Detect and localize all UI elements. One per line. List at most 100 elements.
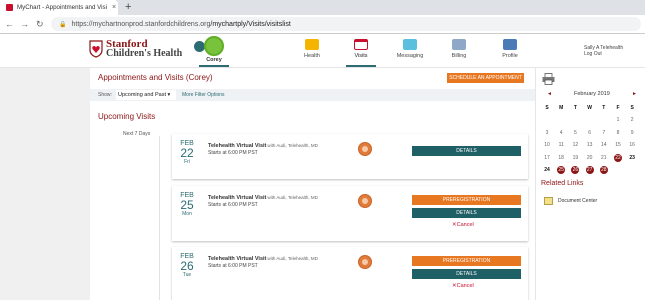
folder-icon (544, 197, 553, 205)
calendar-day[interactable]: 4 (554, 128, 568, 138)
preregistration-button[interactable]: PREREGISTRATION (412, 256, 521, 266)
details-button[interactable]: DETAILS (412, 269, 521, 279)
calendar-day[interactable]: 9 (625, 128, 639, 138)
calendar-weekday-label: S (545, 105, 549, 111)
calendar-day-number: 24 (544, 167, 550, 173)
calendar-day[interactable]: 27 (583, 165, 597, 175)
visit-type: Telehealth Virtual Visit (208, 143, 267, 149)
calendar-day[interactable]: 26 (568, 165, 582, 175)
calendar-prev-icon[interactable]: ◄ (547, 91, 552, 97)
calendar-day[interactable]: 7 (597, 128, 611, 138)
calendar-day[interactable]: 16 (625, 140, 639, 150)
user-menu[interactable]: Sally A Telehealth Log Out (584, 45, 623, 57)
details-button[interactable]: DETAILS (412, 146, 521, 156)
calendar-next-icon[interactable]: ► (632, 91, 637, 97)
provider-photo (358, 194, 372, 208)
back-icon[interactable]: ← (5, 19, 14, 29)
more-filter-options-link[interactable]: More Filter Options (182, 92, 225, 98)
visit-date: FEB 25 Mon (178, 192, 196, 217)
visit-title[interactable]: Telehealth Virtual Visitwith Audi, Teleh… (208, 256, 318, 262)
calendar-day[interactable]: 15 (611, 140, 625, 150)
logout-link[interactable]: Log Out (584, 51, 623, 57)
calendar-day[interactable]: 5 (568, 128, 582, 138)
calendar-day[interactable]: 17 (540, 153, 554, 163)
tab-close-icon[interactable]: × (112, 4, 116, 11)
calendar-day-number: 9 (630, 129, 634, 136)
calendar-day[interactable]: 8 (611, 128, 625, 138)
visit-title[interactable]: Telehealth Virtual Visitwith Audi, Teleh… (208, 195, 318, 201)
app-header: Stanford Children's Health Corey Health … (0, 34, 645, 68)
cancel-link[interactable]: ✕Cancel (452, 222, 474, 228)
calendar-day[interactable]: 23 (625, 153, 639, 163)
nav-visits-label: Visits (354, 53, 368, 59)
envelope-icon (403, 39, 417, 50)
calendar-day[interactable]: 13 (583, 140, 597, 150)
visit-date: FEB 26 Tue (178, 253, 196, 278)
calendar-day[interactable]: 2 (625, 115, 639, 125)
forward-icon[interactable]: → (20, 19, 29, 29)
calendar-day-number: 15 (615, 142, 621, 148)
calendar-day[interactable]: 10 (540, 140, 554, 150)
visit-start-time: Starts at 6:00 PM PST (208, 263, 258, 269)
calendar-day[interactable]: 18 (554, 153, 568, 163)
calendar-day[interactable]: 22 (611, 153, 625, 163)
nav-visits[interactable]: Visits (339, 39, 383, 59)
show-filter-value: Upcoming and Past (118, 92, 166, 98)
main-content: Appointments and Visits (Corey) SCHEDULE… (90, 68, 535, 300)
heart-shield-icon (89, 40, 103, 58)
calendar-day[interactable]: 6 (583, 128, 597, 138)
preregistration-button[interactable]: PREREGISTRATION (412, 195, 521, 205)
calendar-day[interactable]: 3 (540, 128, 554, 138)
document-center-link[interactable]: Document Center (558, 198, 597, 204)
visit-card[interactable]: FEB 22 Fri Telehealth Virtual Visitwith … (172, 134, 528, 179)
printer-icon[interactable] (542, 73, 555, 85)
schedule-appointment-button[interactable]: SCHEDULE AN APPOINTMENT (447, 73, 524, 83)
calendar-day-number: 4 (559, 129, 563, 136)
nav-health[interactable]: Health (290, 39, 334, 59)
calendar-day-number: 14 (601, 142, 607, 148)
nav-billing[interactable]: Billing (437, 39, 481, 59)
calendar-day-number: 20 (586, 154, 593, 161)
calendar-day[interactable]: 24 (540, 165, 554, 175)
new-tab-button[interactable]: + (125, 1, 131, 13)
browser-tab[interactable]: MyChart - Appointments and Visi × (0, 0, 118, 15)
provider-photo (358, 142, 372, 156)
calendar-day[interactable]: 1 (611, 115, 625, 125)
calendar-day[interactable]: 25 (554, 165, 568, 175)
nav-messaging[interactable]: Messaging (388, 39, 432, 59)
cancel-link[interactable]: ✕Cancel (452, 283, 474, 289)
details-button[interactable]: DETAILS (412, 208, 521, 218)
calendar-weekday-label: S (630, 105, 634, 111)
calendar-day[interactable]: 19 (568, 153, 582, 163)
visit-card[interactable]: FEB 25 Mon Telehealth Virtual Visitwith … (172, 186, 528, 241)
calendar-day-number: 2 (630, 117, 634, 123)
visit-title[interactable]: Telehealth Virtual Visitwith Audi, Teleh… (208, 143, 318, 149)
calendar-day[interactable]: 28 (597, 165, 611, 175)
url-field[interactable]: 🔒 https://mychartnonprod.stanfordchildre… (51, 17, 641, 31)
visit-start-time: Starts at 6:00 PM PST (208, 150, 258, 156)
calendar-day-number: 5 (574, 129, 577, 136)
proxy-avatar[interactable] (204, 36, 224, 56)
active-nav-indicator (346, 65, 376, 67)
show-filter-select[interactable]: Upcoming and Past ▾ (116, 90, 176, 100)
calendar-day[interactable]: 11 (554, 140, 568, 150)
browser-tab-bar: MyChart - Appointments and Visi × + (0, 0, 645, 15)
calendar-day[interactable]: 21 (597, 153, 611, 163)
next-7-days-label: Next 7 Days (123, 131, 151, 137)
reload-icon[interactable]: ↻ (36, 19, 44, 30)
calendar-day-number: 17 (544, 154, 550, 161)
nav-profile-label: Profile (502, 53, 518, 59)
calendar-weekday-label: M (559, 105, 564, 111)
visit-card[interactable]: FEB 26 Tue Telehealth Virtual Visitwith … (172, 247, 528, 300)
visit-provider: with Audi, Telehealth, MD (267, 195, 318, 200)
calendar-weekday-label: W (587, 105, 592, 111)
nav-profile[interactable]: Profile (488, 39, 532, 59)
calendar-day[interactable]: 14 (597, 140, 611, 150)
right-sidebar: ◄ February 2019 ► S M T W T F S 1 2 3 4 5 6 7 8 9 10 11 12… (535, 68, 645, 300)
calendar-day[interactable]: 12 (568, 140, 582, 150)
calendar-day[interactable]: 20 (583, 153, 597, 163)
proxy-active-indicator (199, 65, 229, 67)
related-links-heading: Related Links (541, 180, 584, 187)
stanford-logo[interactable]: Stanford Children's Health (89, 39, 182, 59)
visit-provider: with Audi, Telehealth, MD (267, 256, 318, 261)
